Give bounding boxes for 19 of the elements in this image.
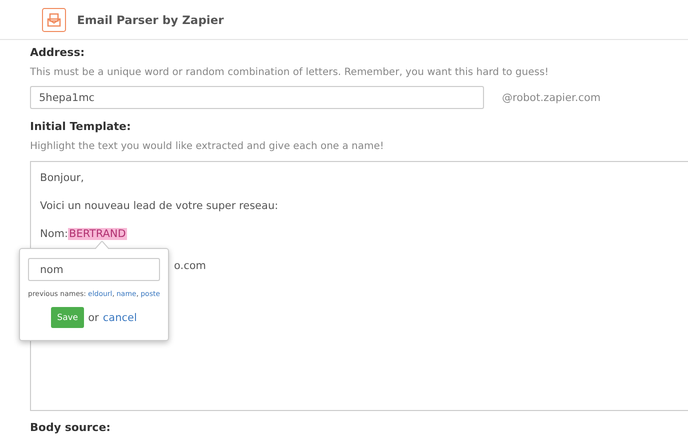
address-field[interactable]: 5hepa1mc (30, 86, 484, 109)
body-source-label: Body source: (30, 420, 112, 436)
app-title: Email Parser by Zapier (77, 12, 224, 26)
highlighted-text[interactable]: BERTRAND (68, 228, 127, 240)
cancel-link[interactable]: cancel (102, 312, 137, 324)
template-label: Initial Template: (30, 119, 132, 135)
template-line: Bonjour, (40, 171, 85, 186)
address-label: Address: (30, 45, 86, 61)
template-text-fragment: o.com (174, 259, 206, 274)
popup-pointer-icon (95, 241, 109, 249)
envelope-logo-icon (42, 8, 66, 32)
address-hint: This must be a unique word or random combination of letters. Remember, you want this hard to guess! (30, 66, 550, 80)
domain-suffix: @robot.zapier.com (502, 92, 601, 104)
name-field[interactable]: nom (28, 258, 160, 281)
or-text: or (88, 312, 99, 324)
template-hint: Highlight the text you would like extracted and give each one a name! (30, 140, 385, 154)
save-button[interactable]: Save (51, 307, 84, 328)
field-label: Nom: (40, 228, 68, 240)
template-line: Voici un nouveau lead de votre super reseau: (40, 199, 280, 214)
